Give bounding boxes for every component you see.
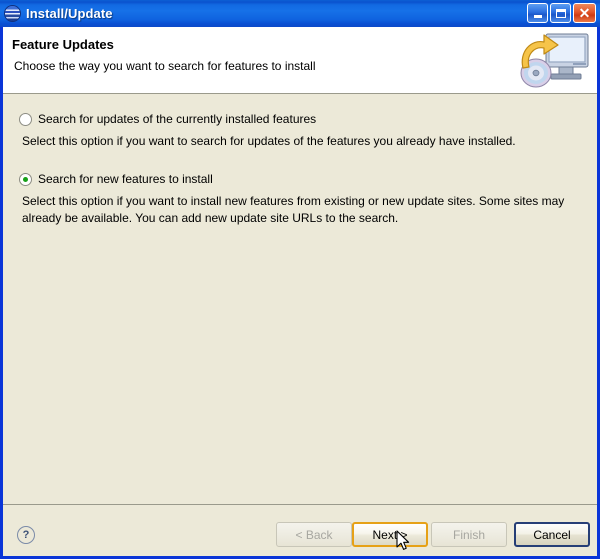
option-label-search-updates: Search for updates of the currently inst…	[38, 112, 317, 126]
close-icon: ✕	[578, 5, 591, 21]
radio-search-updates[interactable]	[19, 113, 32, 126]
minimize-button[interactable]	[527, 3, 548, 23]
option-description-search-updates: Select this option if you want to search…	[22, 134, 516, 148]
option-search-new-features[interactable]: Search for new features to install Selec…	[19, 172, 577, 227]
window-title: Install/Update	[26, 6, 113, 21]
option-description-search-new-features: Select this option if you want to instal…	[22, 194, 565, 225]
help-icon[interactable]: ?	[17, 526, 35, 544]
update-computer-disc-icon	[520, 33, 589, 88]
install-update-dialog: Install/Update ✕ Feature Updates Choose …	[0, 0, 600, 559]
next-button[interactable]: Next >	[352, 522, 428, 547]
maximize-button[interactable]	[550, 3, 571, 23]
option-search-updates[interactable]: Search for updates of the currently inst…	[19, 112, 577, 150]
dialog-body: Search for updates of the currently inst…	[3, 94, 597, 556]
title-bar[interactable]: Install/Update ✕	[0, 0, 600, 27]
minimize-icon	[533, 14, 542, 18]
close-button[interactable]: ✕	[573, 3, 596, 23]
wizard-header: Feature Updates Choose the way you want …	[3, 27, 597, 94]
page-subtitle: Choose the way you want to search for fe…	[14, 59, 316, 73]
back-button[interactable]: < Back	[276, 522, 352, 547]
cancel-button[interactable]: Cancel	[514, 522, 590, 547]
eclipse-globe-icon	[5, 5, 21, 22]
finish-button[interactable]: Finish	[431, 522, 507, 547]
page-title: Feature Updates	[12, 37, 114, 52]
option-label-search-new-features: Search for new features to install	[38, 172, 213, 186]
dialog-footer: ? < Back Next > Finish Cancel	[3, 505, 597, 556]
window-controls: ✕	[527, 3, 596, 23]
radio-search-new-features[interactable]	[19, 173, 32, 186]
maximize-icon	[555, 8, 566, 18]
